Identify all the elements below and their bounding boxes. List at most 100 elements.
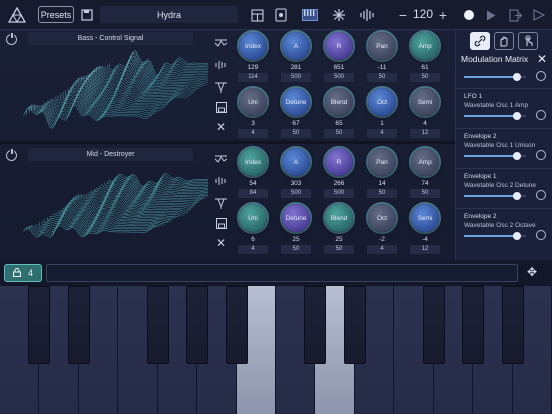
layer-name[interactable]: Bass - Control Signal	[28, 32, 193, 45]
knob-uni[interactable]: Uni	[239, 88, 267, 116]
mod-matrix-title: Modulation Matrix	[461, 54, 529, 64]
app-window: Presets Hydra − 120 + Bass - Control Sig…	[0, 0, 552, 414]
tempo-increase-button[interactable]: +	[434, 6, 452, 24]
knob-range: 4	[238, 129, 268, 138]
wavetable-3d-display[interactable]	[18, 46, 208, 142]
knob-semi[interactable]: Semi	[411, 204, 439, 232]
octave-button[interactable]: 4	[4, 264, 42, 282]
knob-pan[interactable]: Pan	[368, 32, 396, 60]
move-icon[interactable]: ✥	[527, 265, 537, 279]
mod-power-icon[interactable]	[536, 230, 546, 240]
mod-power-icon[interactable]	[536, 110, 546, 120]
black-key[interactable]	[146, 286, 169, 364]
mod-amount-slider[interactable]	[464, 192, 526, 200]
mod-matrix-item[interactable]: LFO 1 Wavetable Osc 1 Amp	[456, 88, 552, 128]
knob-oct[interactable]: Oct	[368, 204, 396, 232]
presets-button[interactable]: Presets	[38, 6, 74, 23]
knob-range: 50	[324, 129, 354, 138]
knob-r[interactable]: R	[325, 148, 353, 176]
knob-r[interactable]: R	[325, 32, 353, 60]
black-key[interactable]	[186, 286, 209, 364]
logo-icon[interactable]	[6, 6, 28, 24]
filter-icon[interactable]	[212, 196, 230, 210]
knob-range: 500	[281, 73, 311, 82]
knob-range: 50	[367, 189, 397, 198]
tempo-value[interactable]: 120	[413, 7, 433, 21]
knob-value: -11	[377, 64, 387, 71]
knob-a[interactable]: A	[282, 32, 310, 60]
mod-source: LFO 1	[464, 93, 483, 100]
knob-blend[interactable]: Blend	[325, 204, 353, 232]
knob-amp[interactable]: Amp	[411, 32, 439, 60]
knob-value: 74	[421, 180, 429, 187]
knob-pan[interactable]: Pan	[368, 148, 396, 176]
mod-power-icon[interactable]	[536, 190, 546, 200]
mod-matrix-item[interactable]: Envelope 2 Wavetable Osc 2 Octave	[456, 208, 552, 248]
mod-destination: Wavetable Osc 1 Unison	[464, 142, 536, 149]
knob-a[interactable]: A	[282, 148, 310, 176]
keyboard-scroll-strip[interactable]	[46, 264, 518, 282]
mod-source: Envelope 1	[464, 173, 497, 180]
knob-semi[interactable]: Semi	[411, 88, 439, 116]
knob-detune[interactable]: Detune	[282, 88, 310, 116]
save-icon[interactable]	[212, 216, 230, 230]
mixer-icon[interactable]	[248, 6, 266, 24]
knob-index[interactable]: Index	[239, 148, 267, 176]
top-toolbar: Presets Hydra − 120 +	[0, 0, 552, 30]
mod-destination: Wavetable Osc 2 Detune	[464, 182, 537, 189]
black-key[interactable]	[304, 286, 327, 364]
knob-uni[interactable]: Uni	[239, 204, 267, 232]
device-icon[interactable]	[272, 6, 290, 24]
save-icon[interactable]	[78, 6, 96, 24]
black-key[interactable]	[462, 286, 485, 364]
waveform-icon[interactable]	[358, 6, 376, 24]
mod-amount-slider[interactable]	[464, 112, 526, 120]
tempo-decrease-button[interactable]: −	[394, 6, 412, 24]
save-icon[interactable]	[212, 100, 230, 114]
mod-amount-slider[interactable]	[464, 232, 526, 240]
mod-matrix-item[interactable]: Envelope 2 Wavetable Osc 1 Unison	[456, 128, 552, 168]
export-icon[interactable]	[506, 6, 524, 24]
mod-power-icon[interactable]	[536, 150, 546, 160]
black-key[interactable]	[343, 286, 366, 364]
mod-destination: Wavetable Osc 2 Octave	[464, 222, 536, 229]
hand-icon[interactable]	[494, 32, 514, 50]
record-icon[interactable]	[460, 6, 478, 24]
waveform-icon[interactable]	[212, 174, 230, 188]
eq-lines-icon[interactable]	[212, 36, 230, 50]
black-key[interactable]	[225, 286, 248, 364]
keyboard-view-icon[interactable]	[300, 6, 320, 24]
black-key[interactable]	[422, 286, 445, 364]
knob-oct[interactable]: Oct	[368, 88, 396, 116]
knob-value: 25	[335, 236, 343, 243]
layer-name[interactable]: Mid - Destroyer	[28, 148, 193, 161]
mod-item-partial	[456, 64, 552, 88]
play-icon[interactable]	[482, 6, 500, 24]
knob-index[interactable]: Index	[239, 32, 267, 60]
black-key[interactable]	[501, 286, 524, 364]
audiobus-icon[interactable]	[530, 6, 548, 24]
close-icon[interactable]: ✕	[212, 120, 230, 134]
black-key[interactable]	[67, 286, 90, 364]
layer-power-icon[interactable]	[6, 148, 17, 161]
close-icon[interactable]: ✕	[212, 236, 230, 250]
mod-matrix-item[interactable]: Envelope 1 Wavetable Osc 2 Detune	[456, 168, 552, 208]
waveform-icon[interactable]	[212, 58, 230, 72]
knob-value: -4	[422, 236, 428, 243]
link-icon[interactable]	[470, 32, 490, 50]
knob-amp[interactable]: Amp	[411, 148, 439, 176]
preset-name-field[interactable]: Hydra	[100, 6, 238, 23]
filter-icon[interactable]	[212, 80, 230, 94]
layer-power-icon[interactable]	[6, 32, 17, 45]
wavetable-3d-display[interactable]	[18, 162, 208, 258]
touch-icon[interactable]	[518, 32, 538, 50]
knob-detune[interactable]: Detune	[282, 204, 310, 232]
mod-amount-slider[interactable]	[464, 152, 526, 160]
eq-lines-icon[interactable]	[212, 152, 230, 166]
black-key[interactable]	[28, 286, 51, 364]
knob-blend[interactable]: Blend	[325, 88, 353, 116]
layer-divider	[0, 141, 455, 144]
knob-range: 4	[367, 129, 397, 138]
effects-icon[interactable]	[330, 6, 348, 24]
mod-destination: Wavetable Osc 1 Amp	[464, 102, 529, 109]
